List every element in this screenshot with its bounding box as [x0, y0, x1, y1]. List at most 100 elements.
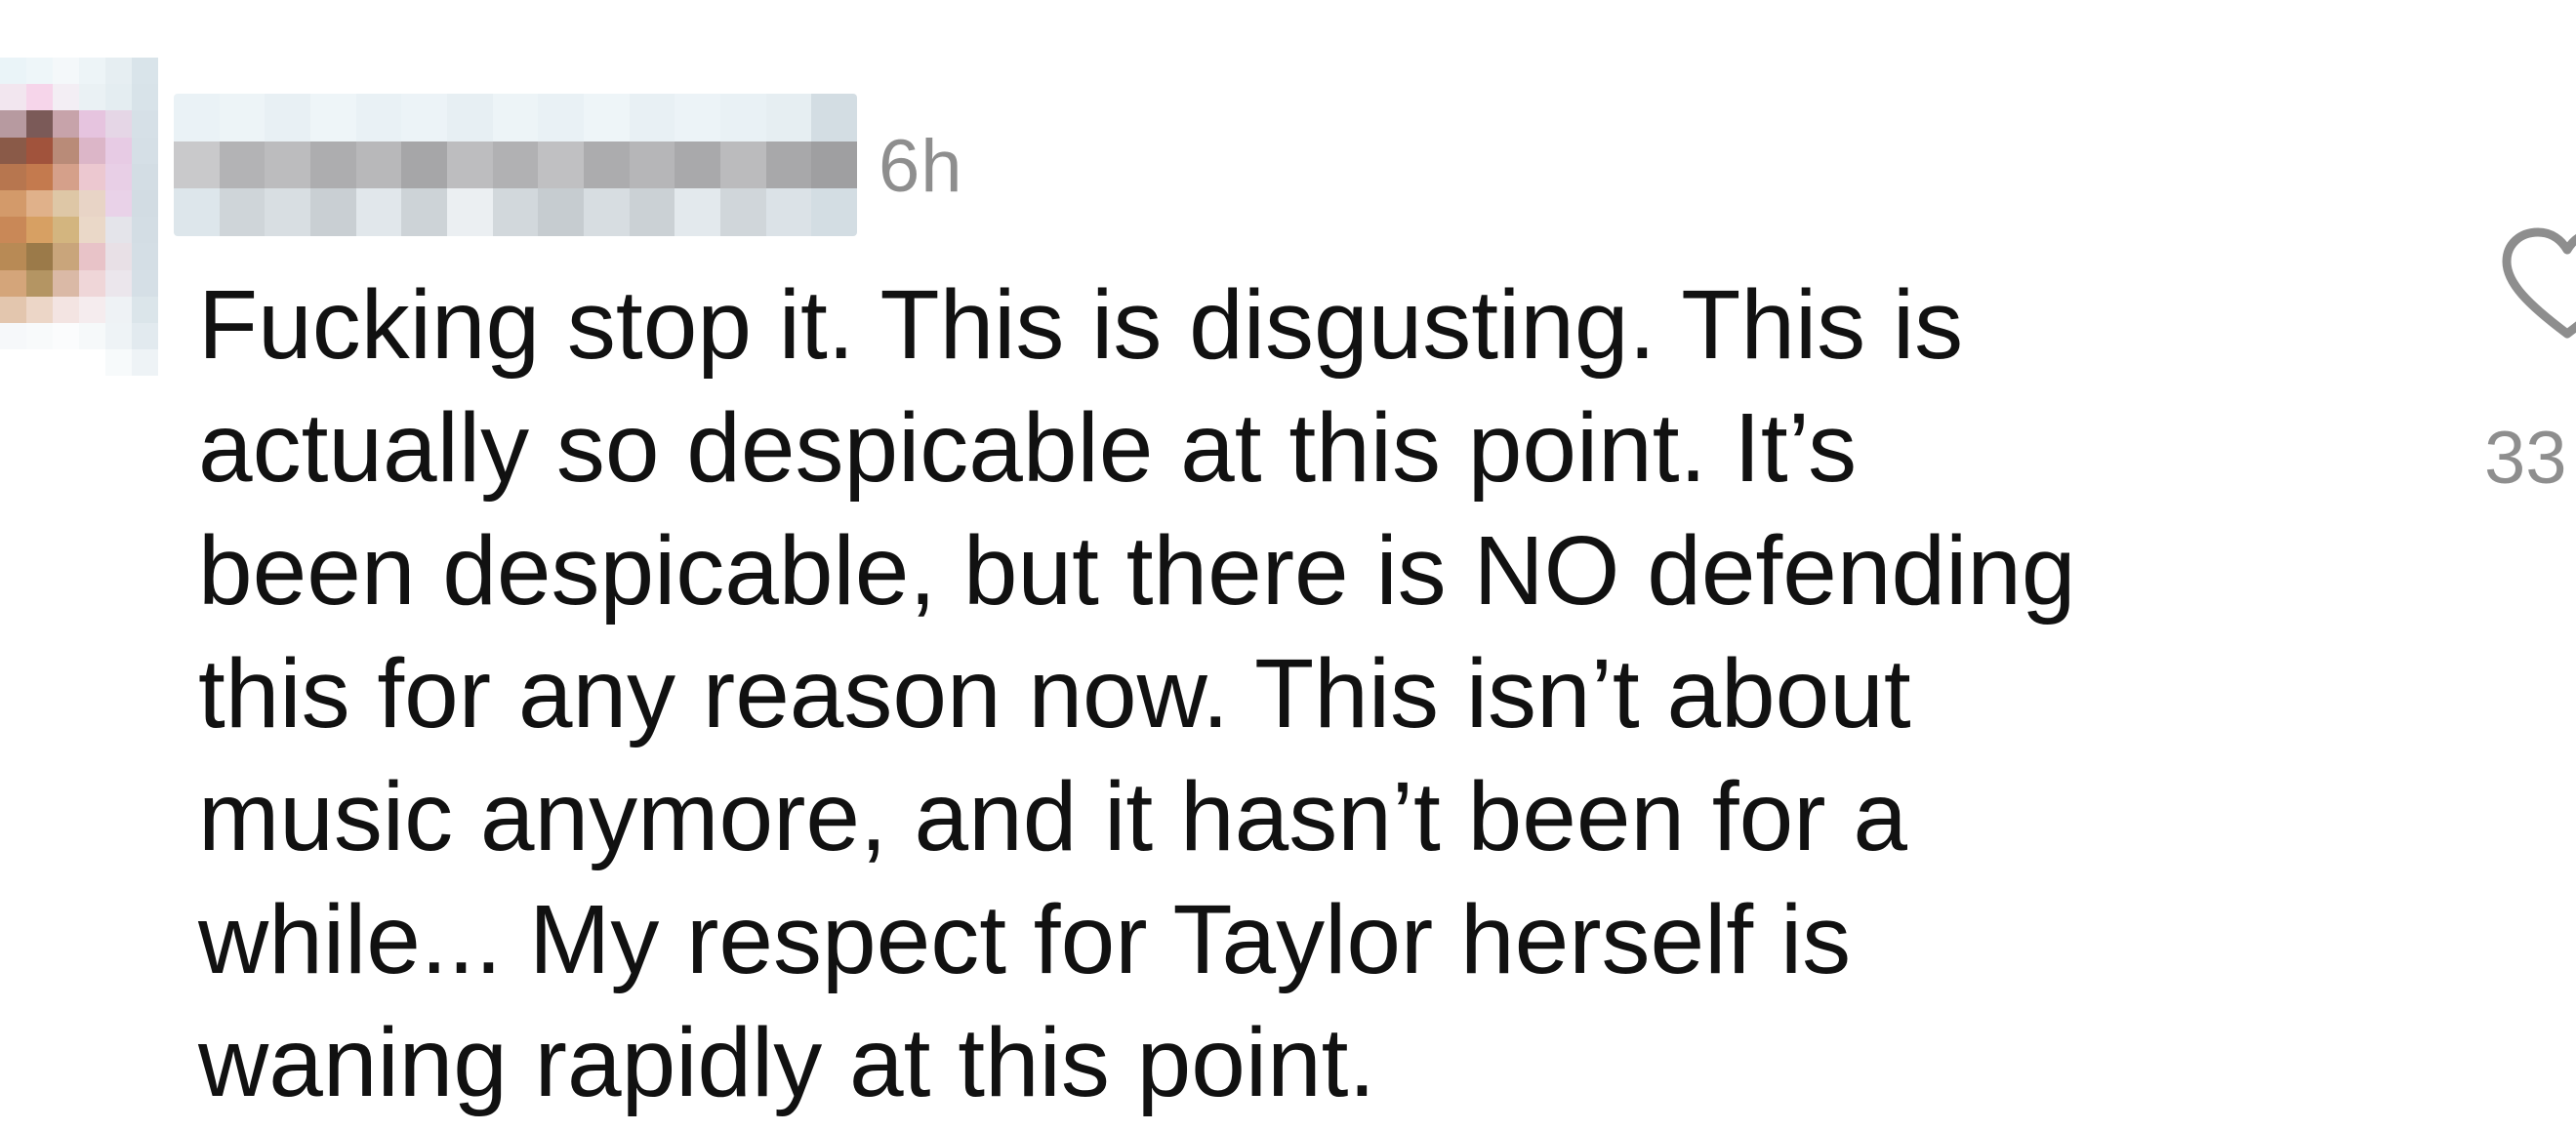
username-obscured[interactable] — [174, 94, 857, 236]
avatar[interactable] — [0, 58, 158, 429]
username-pixel — [401, 188, 447, 236]
avatar-pixel — [105, 84, 132, 111]
heart-icon — [2502, 227, 2576, 339]
username-pixel — [811, 94, 857, 141]
avatar-pixel — [26, 376, 53, 403]
avatar-pixel — [0, 58, 26, 85]
avatar-pixel — [53, 269, 79, 297]
avatar-pixel — [105, 163, 132, 190]
username-pixel — [310, 141, 356, 189]
avatar-pixel — [132, 243, 158, 270]
username-pixel — [492, 141, 539, 189]
avatar-pixel — [26, 163, 53, 190]
username-pixel — [310, 94, 356, 141]
avatar-pixel — [53, 243, 79, 270]
avatar-pixel — [26, 110, 53, 138]
avatar-pixel — [26, 349, 53, 377]
username-pixel — [765, 141, 812, 189]
avatar-pixel — [26, 243, 53, 270]
username-pixel — [584, 94, 630, 141]
avatar-pixel — [79, 349, 105, 377]
avatar-pixel — [53, 296, 79, 323]
avatar-pixel — [53, 376, 79, 403]
avatar-pixel — [53, 163, 79, 190]
avatar-pixel — [132, 110, 158, 138]
avatar-pixel — [26, 189, 53, 218]
username-pixel — [174, 188, 220, 236]
avatar-pixel — [0, 322, 26, 350]
avatar-pixel — [79, 137, 105, 164]
username-pixel — [355, 141, 402, 189]
avatar-pixel — [79, 322, 105, 350]
avatar-pixel — [105, 269, 132, 297]
avatar-pixel — [79, 163, 105, 190]
username-pixel — [401, 141, 447, 189]
username-pixel — [174, 141, 220, 189]
avatar-pixel — [53, 402, 79, 429]
avatar-pixel — [53, 189, 79, 218]
avatar-pixel — [105, 58, 132, 85]
username-pixel — [265, 94, 310, 141]
username-pixel — [219, 188, 266, 236]
username-pixel — [310, 188, 356, 236]
username-pixel — [447, 141, 493, 189]
like-count: 33 — [2484, 417, 2567, 500]
avatar-pixel — [0, 376, 26, 403]
username-pixel — [811, 188, 857, 236]
avatar-pixel — [132, 217, 158, 244]
username-pixel — [492, 188, 539, 236]
username-pixel — [629, 188, 675, 236]
avatar-pixel — [26, 137, 53, 164]
username-pixel — [219, 141, 266, 189]
username-pixel — [538, 94, 584, 141]
comment-timestamp: 6h — [879, 125, 963, 208]
avatar-pixel — [0, 402, 26, 429]
avatar-pixel — [132, 137, 158, 164]
avatar-pixel — [132, 402, 158, 429]
avatar-pixel — [53, 349, 79, 377]
username-pixel — [629, 141, 675, 189]
avatar-pixel — [26, 322, 53, 350]
avatar-pixel — [132, 269, 158, 297]
username-pixel — [401, 94, 447, 141]
avatar-pixel — [26, 58, 53, 85]
username-pixel — [811, 141, 857, 189]
avatar-pixel — [132, 322, 158, 350]
avatar-pixel — [0, 189, 26, 218]
avatar-pixel — [105, 349, 132, 377]
avatar-pixel — [26, 84, 53, 111]
avatar-pixel — [79, 84, 105, 111]
username-pixel — [492, 94, 539, 141]
avatar-pixel — [105, 110, 132, 138]
username-pixel — [538, 188, 584, 236]
avatar-pixel — [105, 217, 132, 244]
avatar-pixel — [132, 296, 158, 323]
avatar-pixel — [132, 376, 158, 403]
avatar-pixel — [53, 84, 79, 111]
avatar-pixel — [79, 402, 105, 429]
avatar-pixel — [0, 84, 26, 111]
username-pixel — [538, 141, 584, 189]
avatar-pixel — [132, 58, 158, 85]
avatar-pixel — [132, 189, 158, 218]
avatar-pixel — [0, 137, 26, 164]
avatar-pixel — [79, 269, 105, 297]
username-pixel — [720, 94, 766, 141]
avatar-pixel — [0, 217, 26, 244]
avatar-pixel — [53, 322, 79, 350]
username-pixel — [265, 188, 310, 236]
username-pixel — [447, 188, 493, 236]
avatar-pixel — [0, 110, 26, 138]
avatar-pixel — [26, 217, 53, 244]
avatar-pixel — [105, 322, 132, 350]
username-pixel — [219, 94, 266, 141]
avatar-pixel — [79, 296, 105, 323]
avatar-pixel — [105, 402, 132, 429]
comment-text: Fucking stop it. This is disgusting. Thi… — [198, 270, 2076, 1117]
like-button[interactable] — [2499, 226, 2576, 343]
avatar-pixel — [105, 376, 132, 403]
username-pixel — [174, 94, 220, 141]
username-pixel — [675, 188, 720, 236]
username-pixel — [355, 94, 402, 141]
avatar-pixel — [79, 217, 105, 244]
